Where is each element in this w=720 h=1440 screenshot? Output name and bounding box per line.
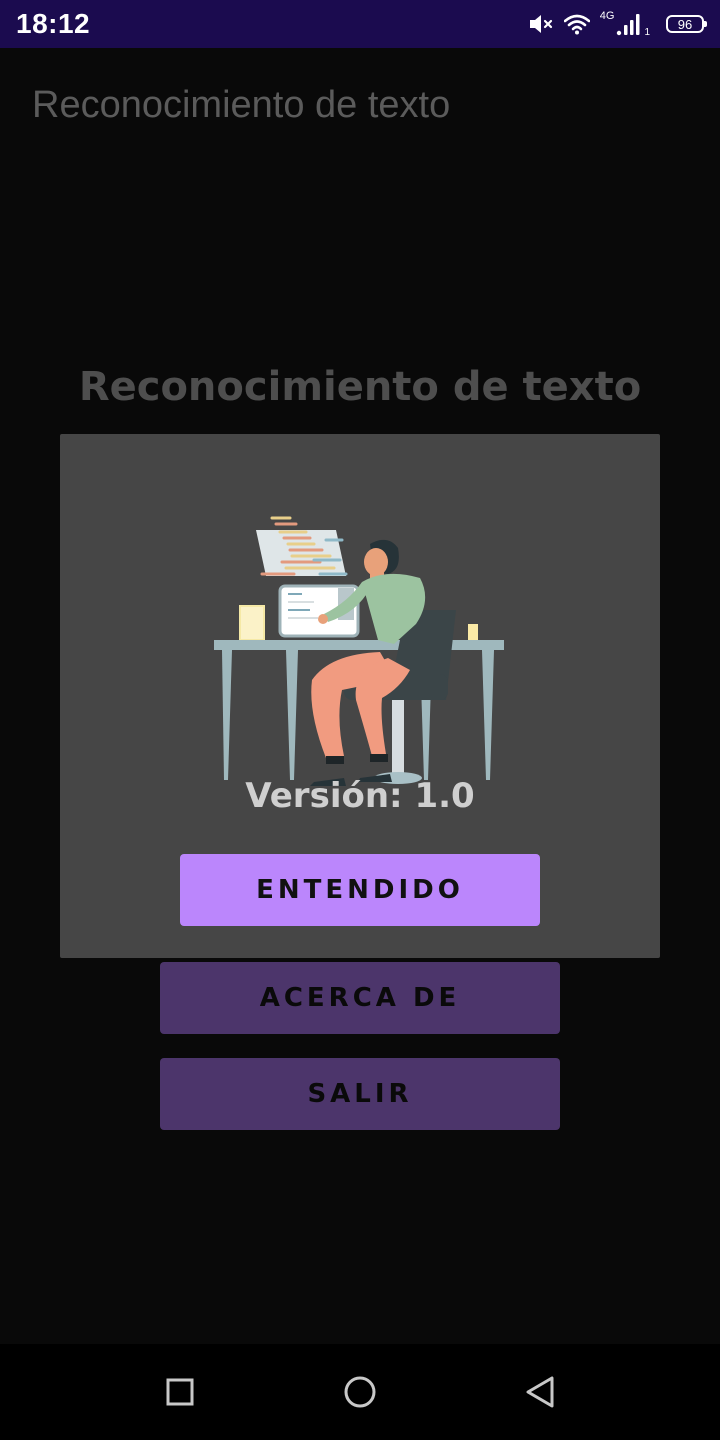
battery-icon: 96 bbox=[666, 15, 707, 33]
person-at-desk-illustration bbox=[210, 474, 510, 794]
about-dialog: Versión: 1.0 ENTENDIDO bbox=[60, 434, 660, 958]
home-icon[interactable] bbox=[340, 1372, 380, 1412]
sim-slot: 1 bbox=[644, 26, 650, 38]
network-type: 4G bbox=[599, 10, 615, 22]
back-icon[interactable] bbox=[520, 1372, 560, 1412]
status-icons: 4G 1 96 bbox=[528, 10, 707, 38]
about-button[interactable]: ACERCA DE bbox=[160, 962, 560, 1034]
status-bar: 18:12 4G 1 96 bbox=[0, 0, 720, 48]
signal-icon bbox=[616, 12, 644, 36]
version-text: Versión: 1.0 bbox=[245, 776, 475, 816]
screen: 18:12 4G 1 96 Reconocimiento de texto Re… bbox=[0, 0, 720, 1440]
main-title: Reconocimiento de texto bbox=[78, 364, 642, 410]
mute-icon bbox=[528, 13, 554, 35]
wifi-icon bbox=[563, 13, 590, 35]
recent-apps-icon[interactable] bbox=[160, 1372, 200, 1412]
status-time: 18:12 bbox=[16, 8, 91, 39]
navigation-bar bbox=[0, 1344, 720, 1440]
app-bar-title: Reconocimiento de texto bbox=[32, 84, 451, 126]
ok-button[interactable]: ENTENDIDO bbox=[180, 854, 540, 926]
exit-button[interactable]: SALIR bbox=[160, 1058, 560, 1130]
battery-level: 96 bbox=[677, 16, 693, 32]
